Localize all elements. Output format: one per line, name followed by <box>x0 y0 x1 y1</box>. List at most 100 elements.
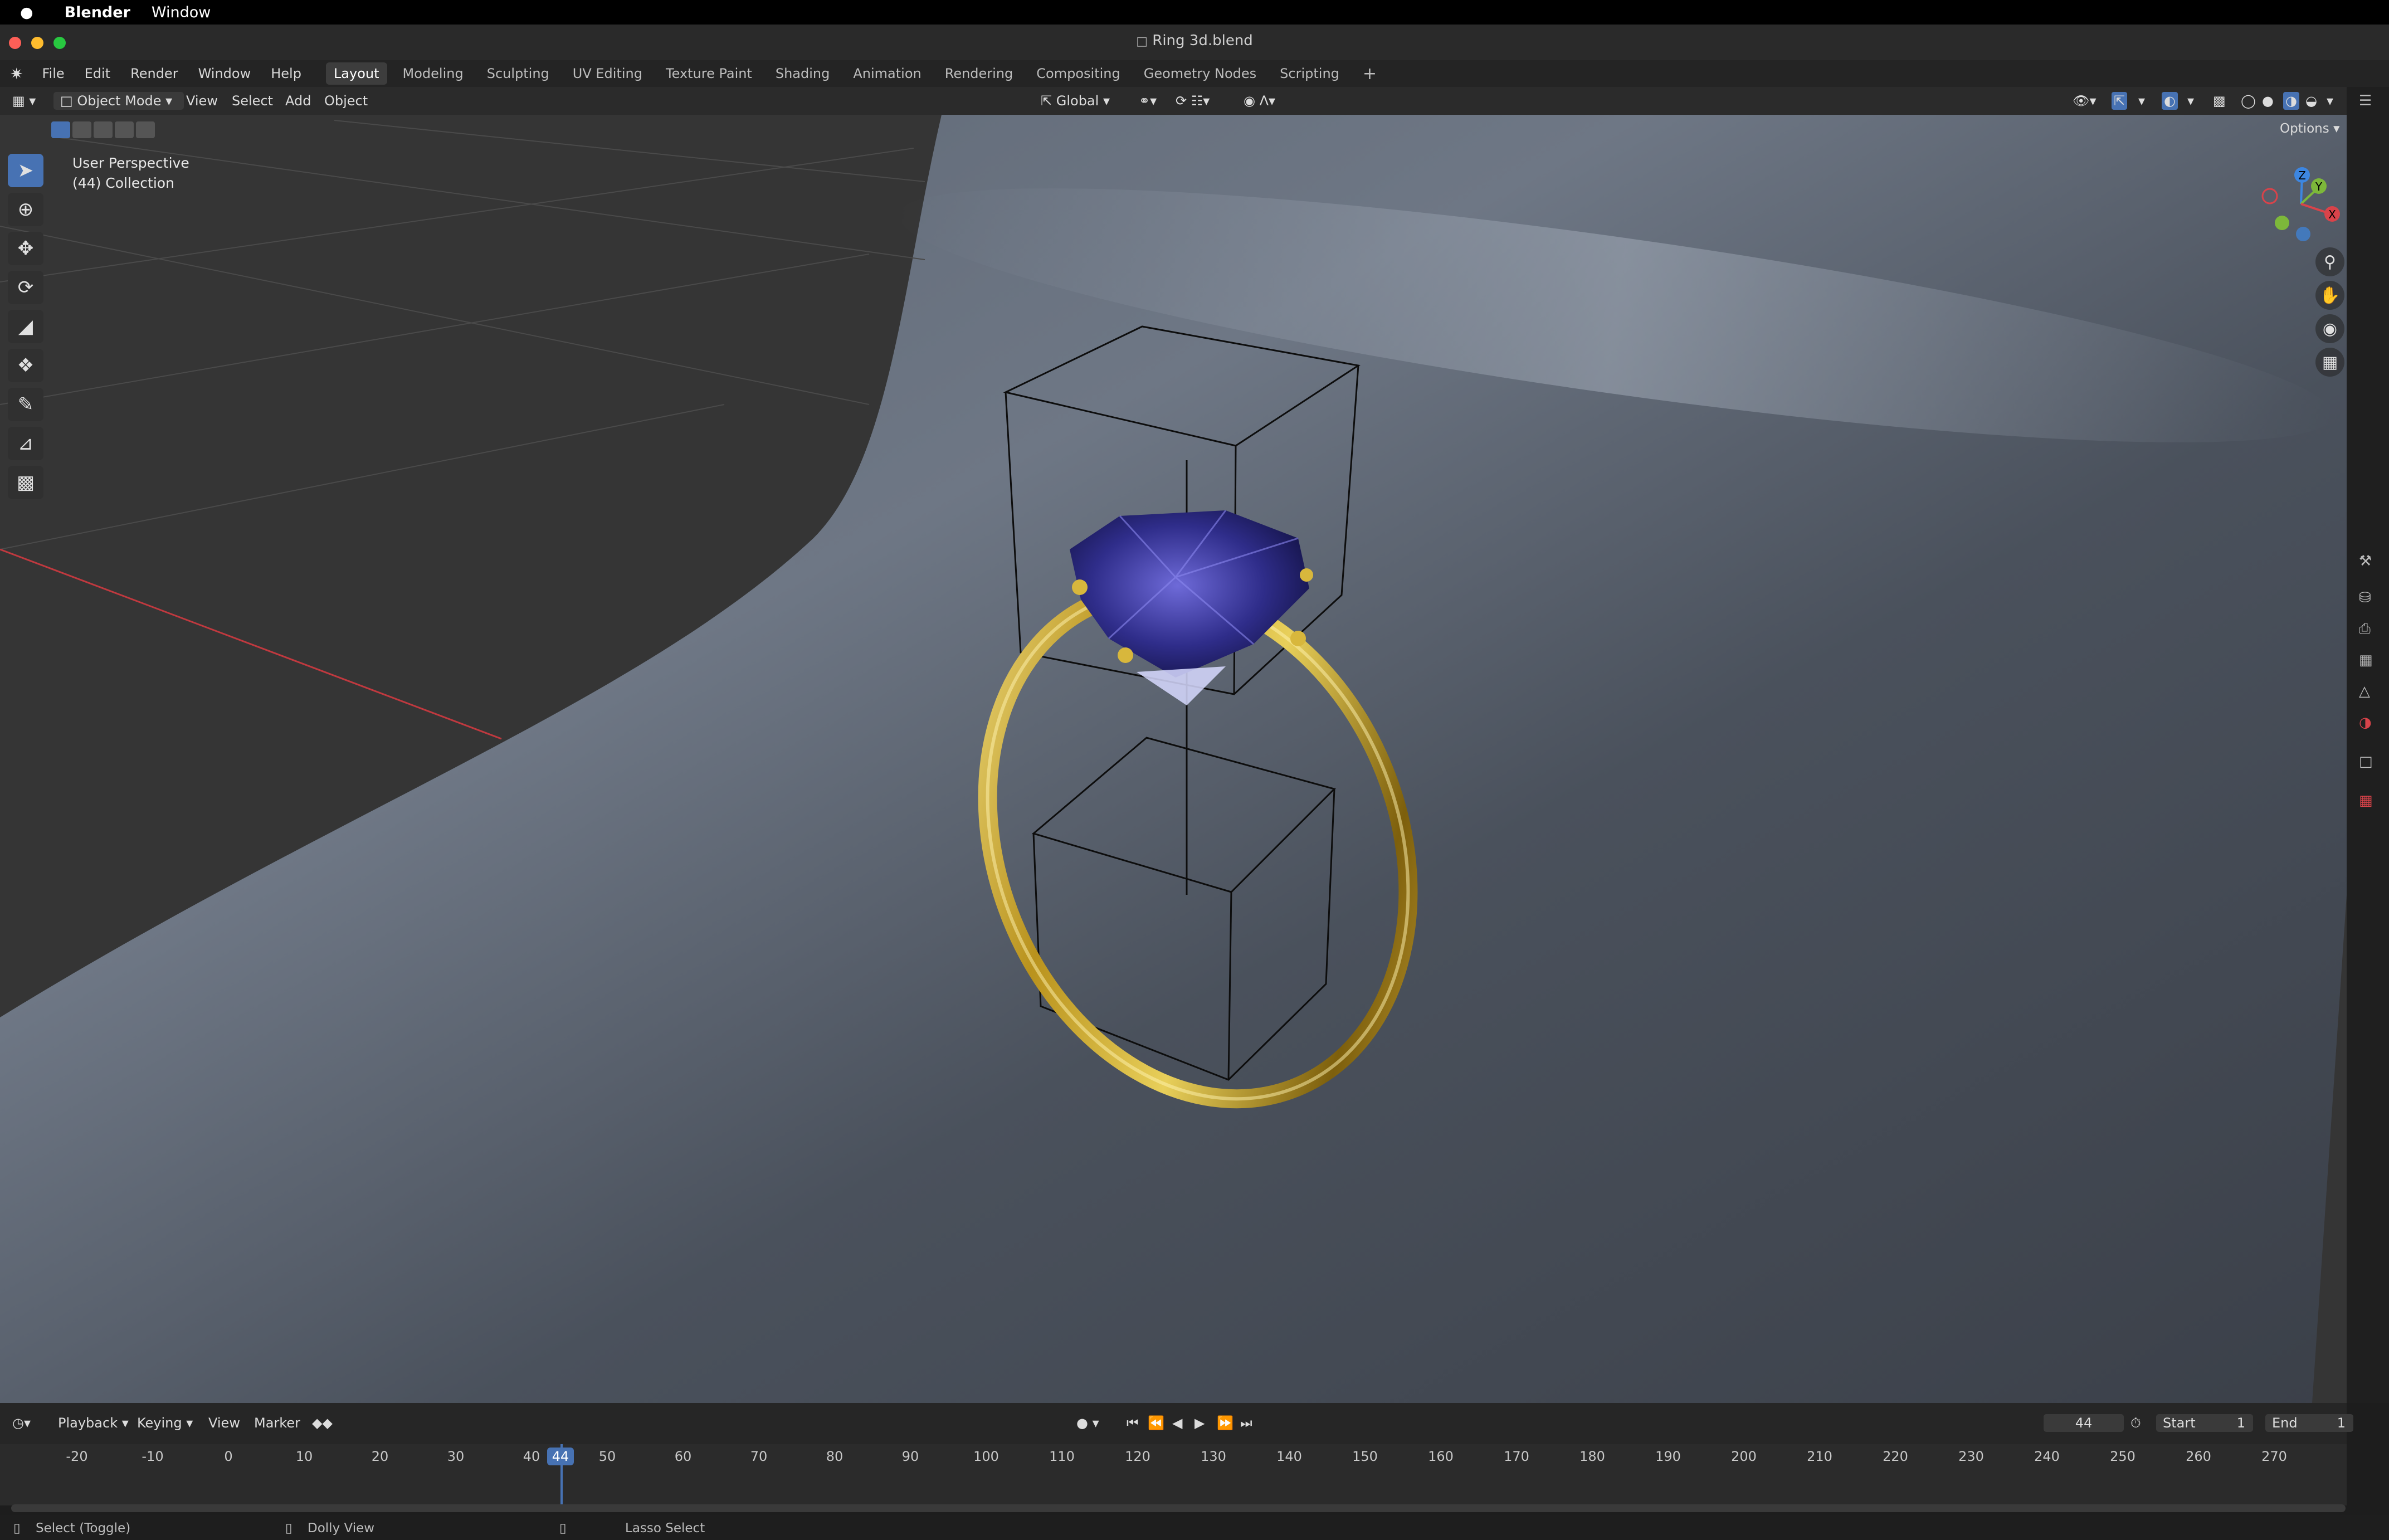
properties-tab-strip: ☰ ⚒ ⛁ ⎙ ▦ △ ◑ □ ▦ <box>2347 87 2389 1403</box>
output-properties-icon[interactable]: ⎙ <box>2359 621 2378 640</box>
tab-rendering[interactable]: Rendering <box>937 62 1021 85</box>
menu-help[interactable]: Help <box>271 66 301 81</box>
menu-select[interactable]: Select <box>232 92 273 110</box>
add-cube-tool-icon[interactable]: ▩ <box>8 466 43 499</box>
select-intersect-icon[interactable] <box>136 121 155 138</box>
record-button[interactable]: ● ▾ <box>1076 1414 1099 1432</box>
shading-dropdown-icon[interactable]: ▾ <box>2327 92 2333 110</box>
measure-tool-icon[interactable]: ⊿ <box>8 427 43 460</box>
tab-modeling[interactable]: Modeling <box>395 62 471 85</box>
zoom-view-icon[interactable]: ⚲ <box>2315 247 2344 276</box>
solid-shading-icon[interactable]: ● <box>2262 92 2274 110</box>
timeline-tick-label: -20 <box>66 1449 88 1464</box>
play-icon[interactable]: ▶ <box>1194 1414 1205 1432</box>
tab-shading[interactable]: Shading <box>768 62 838 85</box>
move-tool-icon[interactable]: ✥ <box>8 232 43 265</box>
options-dropdown[interactable]: Options ▾ <box>2280 121 2340 136</box>
menu-playback[interactable]: Playback ▾ <box>58 1414 129 1432</box>
gizmo-toggle-icon[interactable]: ⇱ <box>2112 92 2128 110</box>
tab-layout[interactable]: Layout <box>325 62 387 85</box>
tab-sculpting[interactable]: Sculpting <box>479 62 557 85</box>
app-menu-window[interactable]: Window <box>152 4 211 21</box>
timeline-tick-label: 150 <box>1352 1449 1378 1464</box>
menu-file[interactable]: File <box>42 66 64 81</box>
tab-geometry-nodes[interactable]: Geometry Nodes <box>1136 62 1264 85</box>
timeline-tick-label: 190 <box>1655 1449 1681 1464</box>
xray-toggle-icon[interactable]: ▩ <box>2213 92 2226 110</box>
blender-logo-icon[interactable]: ✷ <box>10 65 23 83</box>
select-box-tool-icon[interactable]: ➤ <box>8 154 43 187</box>
menu-render[interactable]: Render <box>130 66 178 81</box>
jump-end-icon[interactable]: ⏭ <box>1240 1414 1252 1432</box>
status-select-hint: Select (Toggle) <box>36 1521 131 1536</box>
tab-animation[interactable]: Animation <box>845 62 929 85</box>
select-extend-icon[interactable] <box>72 121 91 138</box>
wireframe-shading-icon[interactable]: ◯ <box>2241 92 2256 110</box>
navigation-gizmo[interactable]: Z Y X <box>2251 159 2346 248</box>
ortho-toggle-icon[interactable]: ▦ <box>2315 348 2344 377</box>
tool-properties-icon[interactable]: ⚒ <box>2359 553 2378 572</box>
tab-uv-editing[interactable]: UV Editing <box>565 62 650 85</box>
view-layer-properties-icon[interactable]: ▦ <box>2359 652 2378 671</box>
visibility-icon[interactable]: 👁▾ <box>2073 92 2097 110</box>
add-workspace-button[interactable]: + <box>1355 61 1384 87</box>
stopwatch-icon[interactable]: ⏱ <box>2130 1414 2141 1432</box>
pan-view-icon[interactable]: ✋ <box>2315 281 2344 310</box>
outliner-icon[interactable]: ☰ <box>2359 92 2378 111</box>
keyframe-nav-icon[interactable]: ◆◆ <box>312 1414 333 1432</box>
timeline-editor-type-icon[interactable]: ◷▾ <box>12 1414 31 1432</box>
3d-viewport[interactable]: User Perspective (44) Collection ➤ ⊕ ✥ ⟳… <box>0 115 2347 1403</box>
cursor-tool-icon[interactable]: ⊕ <box>8 193 43 226</box>
texture-properties-icon[interactable]: ▦ <box>2359 792 2378 811</box>
menu-view[interactable]: View <box>186 92 218 110</box>
tab-scripting[interactable]: Scripting <box>1272 62 1347 85</box>
end-frame-field[interactable]: End 1 <box>2265 1414 2353 1432</box>
proportional-edit-icon[interactable]: ◉ Λ▾ <box>1244 92 1275 110</box>
play-reverse-icon[interactable]: ◀ <box>1172 1414 1182 1432</box>
snap-toggle-icon[interactable]: ⟳ ☷▾ <box>1176 92 1210 110</box>
material-shading-icon[interactable]: ◑ <box>2283 92 2299 110</box>
timeline-scale[interactable]: -20 -10 0 10 20 30 40 50 60 70 80 90 100 110 120 130 140… <box>0 1444 2347 1505</box>
mode-dropdown[interactable]: □ Object Mode ▾ <box>53 92 184 110</box>
jump-start-icon[interactable]: ⏮ <box>1127 1414 1139 1432</box>
orientation-icon: ⇱ <box>1041 93 1052 109</box>
select-subtract-icon[interactable] <box>94 121 113 138</box>
tab-compositing[interactable]: Compositing <box>1028 62 1128 85</box>
menu-keying[interactable]: Keying ▾ <box>137 1414 193 1432</box>
apple-icon[interactable]: ● <box>20 4 33 21</box>
rendered-shading-icon[interactable]: ◒ <box>2305 92 2317 110</box>
current-frame-field[interactable]: 44 <box>2044 1414 2124 1432</box>
gizmo-dropdown-icon[interactable]: ▾ <box>2138 92 2145 110</box>
next-keyframe-icon[interactable]: ⏩ <box>1217 1414 1233 1432</box>
world-properties-icon[interactable]: ◑ <box>2359 714 2378 733</box>
overlays-toggle-icon[interactable]: ◐ <box>2162 92 2178 110</box>
menu-window[interactable]: Window <box>198 66 251 81</box>
transform-orientation-dropdown[interactable]: ⇱ Global ▾ <box>1041 92 1110 110</box>
rotate-tool-icon[interactable]: ⟳ <box>8 271 43 304</box>
start-frame-field[interactable]: Start 1 <box>2156 1414 2253 1432</box>
tab-texture-paint[interactable]: Texture Paint <box>658 62 760 85</box>
playhead-frame-badge[interactable]: 44 <box>547 1448 574 1465</box>
transform-tool-icon[interactable]: ❖ <box>8 349 43 382</box>
menu-marker[interactable]: Marker <box>254 1414 300 1432</box>
timeline-tick-label: 160 <box>1428 1449 1454 1464</box>
scene-properties-icon[interactable]: △ <box>2359 683 2378 702</box>
timeline-tick-label: 70 <box>750 1449 768 1464</box>
select-invert-icon[interactable] <box>115 121 134 138</box>
select-set-icon[interactable] <box>51 121 70 138</box>
camera-view-icon[interactable]: ◉ <box>2315 314 2344 343</box>
pivot-point-icon[interactable]: ⚭▾ <box>1139 92 1157 110</box>
prev-keyframe-icon[interactable]: ⏪ <box>1148 1414 1164 1432</box>
render-properties-icon[interactable]: ⛁ <box>2359 589 2378 608</box>
menu-timeline-view[interactable]: View <box>208 1414 240 1432</box>
menu-add[interactable]: Add <box>285 92 311 110</box>
annotate-tool-icon[interactable]: ✎ <box>8 388 43 421</box>
scale-tool-icon[interactable]: ◢ <box>8 310 43 343</box>
menu-object[interactable]: Object <box>324 92 368 110</box>
menu-edit[interactable]: Edit <box>85 66 110 81</box>
collection-properties-icon[interactable]: □ <box>2359 753 2378 772</box>
overlays-dropdown-icon[interactable]: ▾ <box>2187 92 2194 110</box>
app-menu-blender[interactable]: Blender <box>65 4 130 21</box>
timeline-scrollbar[interactable] <box>11 1504 2346 1512</box>
editor-type-icon[interactable]: ▦ ▾ <box>12 92 36 110</box>
